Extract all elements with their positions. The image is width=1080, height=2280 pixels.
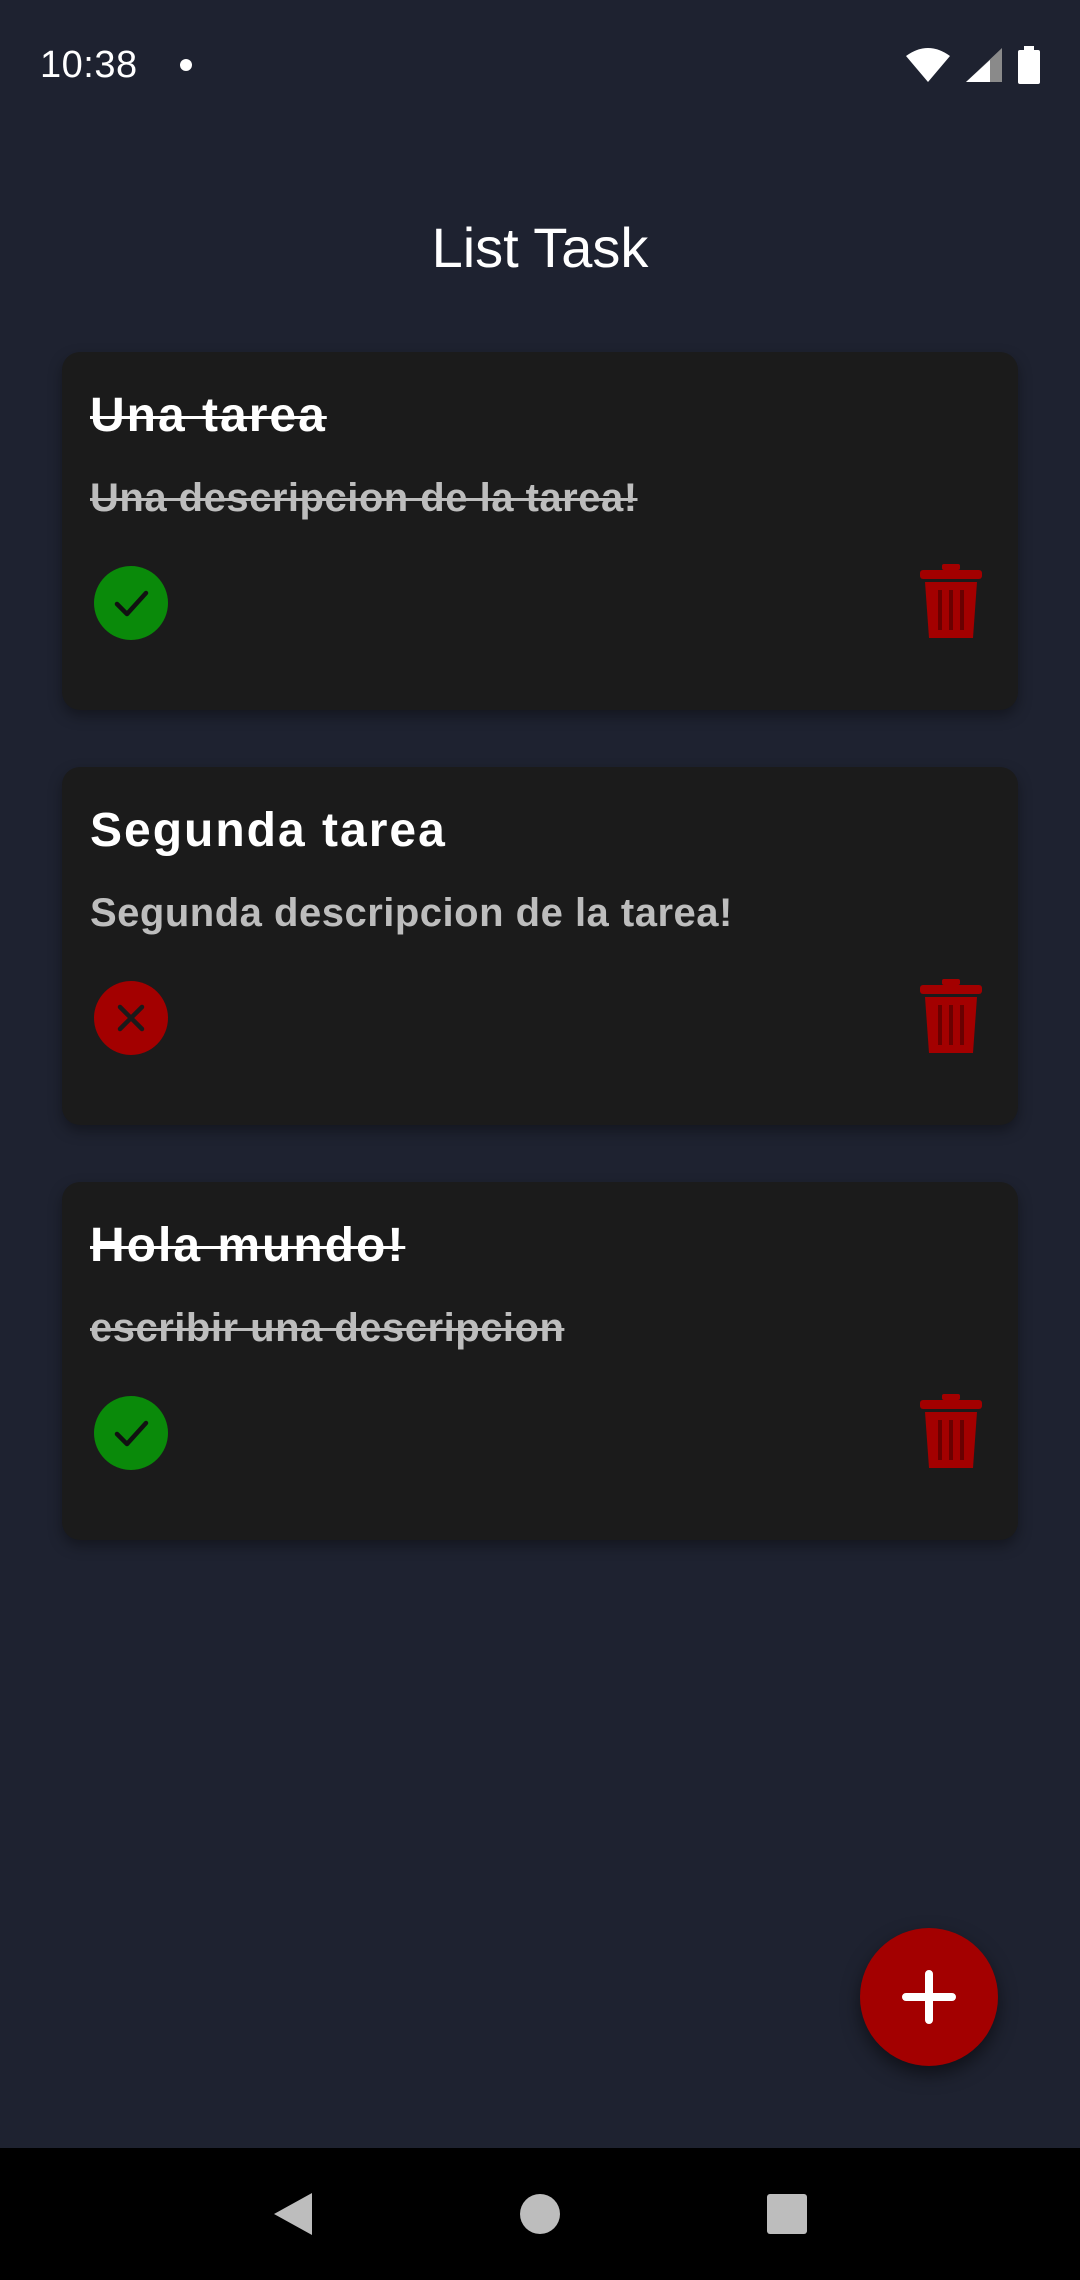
toggle-complete-button[interactable]: [94, 981, 168, 1055]
add-task-button[interactable]: [860, 1928, 998, 2066]
cell-signal-icon: [966, 48, 1002, 82]
toggle-complete-button[interactable]: [94, 1396, 168, 1470]
task-title: Segunda tarea: [90, 804, 447, 857]
back-icon: [274, 2193, 313, 2235]
screen: 10:38 List Task Una tarea Una descripcio…: [0, 0, 1080, 2280]
home-icon: [519, 2194, 560, 2234]
status-bar: 10:38: [0, 0, 1080, 130]
status-time: 10:38: [40, 43, 138, 86]
notification-dot-icon: [179, 59, 192, 71]
delete-button[interactable]: [918, 562, 984, 640]
task-title: Una tarea: [90, 389, 327, 442]
task-description: escribir una descripcion: [90, 1306, 565, 1350]
task-description: Segunda descripcion de la tarea!: [90, 891, 733, 935]
wifi-icon: [906, 48, 950, 82]
back-button[interactable]: [258, 2179, 328, 2249]
task-description: Una descripcion de la tarea!: [90, 476, 638, 520]
delete-button[interactable]: [918, 977, 984, 1055]
battery-icon: [1018, 46, 1040, 84]
page-title: List Task: [431, 216, 649, 279]
close-icon: [117, 1004, 145, 1032]
delete-button[interactable]: [918, 1392, 984, 1470]
task-card[interactable]: Una tarea Una descripcion de la tarea!: [62, 352, 1018, 710]
task-title: Hola mundo!: [90, 1219, 406, 1272]
status-icons: [906, 46, 1040, 84]
toggle-complete-button[interactable]: [94, 566, 168, 640]
task-card[interactable]: Hola mundo! escribir una descripcion: [62, 1182, 1018, 1540]
trash-icon: [920, 564, 982, 638]
navigation-bar: [0, 2148, 1080, 2280]
plus-icon: [902, 1970, 956, 2024]
home-button[interactable]: [505, 2179, 575, 2249]
recents-icon: [766, 2194, 807, 2234]
check-icon: [114, 1420, 149, 1447]
recents-button[interactable]: [752, 2179, 822, 2249]
trash-icon: [920, 1394, 982, 1468]
task-card[interactable]: Segunda tarea Segunda descripcion de la …: [62, 767, 1018, 1125]
trash-icon: [920, 979, 982, 1053]
check-icon: [114, 590, 149, 617]
task-list: Una tarea Una descripcion de la tarea! S…: [62, 352, 1018, 1597]
